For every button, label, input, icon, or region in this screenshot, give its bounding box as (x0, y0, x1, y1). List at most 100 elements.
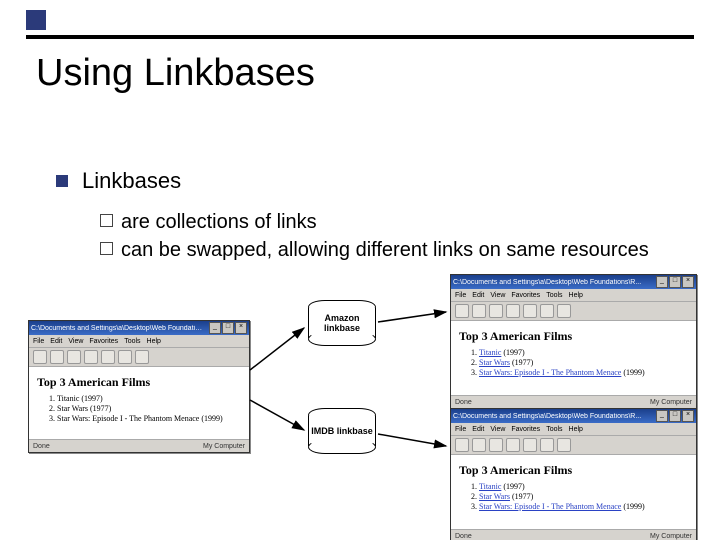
menu-item[interactable]: Favorites (511, 292, 540, 299)
toolbar (29, 348, 249, 367)
film-year: (1977) (512, 492, 533, 501)
menu-item[interactable]: Tools (546, 426, 562, 433)
list-item: Star Wars (1977) (479, 358, 688, 367)
search-icon[interactable] (118, 350, 132, 364)
film-year: (1997) (503, 482, 524, 491)
film-link[interactable]: Star Wars: Episode I - The Phantom Menac… (479, 502, 621, 511)
browser-content: Top 3 American Films Titanic (1997) Star… (29, 367, 249, 439)
menubar: File Edit View Favorites Tools Help (451, 289, 696, 302)
status-location: My Computer (203, 443, 245, 450)
menu-item[interactable]: Help (147, 338, 161, 345)
search-icon[interactable] (540, 304, 554, 318)
list-item: Star Wars: Episode I - The Phantom Menac… (479, 368, 688, 377)
status-text: Done (455, 399, 472, 406)
checkbox-bullet-icon (100, 214, 113, 227)
minimize-button[interactable]: _ (656, 410, 668, 422)
header-divider (26, 35, 694, 39)
film-link[interactable]: Star Wars: Episode I - The Phantom Menac… (479, 368, 621, 377)
menu-item[interactable]: Favorites (89, 338, 118, 345)
menu-item[interactable]: File (455, 426, 466, 433)
bullet-square-icon (56, 175, 68, 187)
stop-icon[interactable] (489, 438, 503, 452)
browser-window-bottom-right: C:\Documents and Settings\a\Desktop\Web … (450, 408, 697, 540)
minimize-button[interactable]: _ (656, 276, 668, 288)
menu-item[interactable]: Tools (124, 338, 140, 345)
list-item: Titanic (1997) (57, 394, 241, 403)
status-text: Done (33, 443, 50, 450)
arrow-amazon-to-right (378, 312, 446, 322)
menu-item[interactable]: Edit (472, 292, 484, 299)
menu-item[interactable]: Help (569, 292, 583, 299)
bullet-level1-text: Linkbases (82, 168, 181, 193)
menu-item[interactable]: Edit (472, 426, 484, 433)
menu-item[interactable]: View (490, 292, 505, 299)
toolbar (451, 436, 696, 455)
list-item: Star Wars: Episode I - The Phantom Menac… (57, 414, 241, 423)
window-buttons: _ □ × (656, 410, 694, 422)
refresh-icon[interactable] (506, 438, 520, 452)
statusbar: Done My Computer (451, 395, 696, 408)
menu-item[interactable]: Help (569, 426, 583, 433)
menu-item[interactable]: File (33, 338, 44, 345)
home-icon[interactable] (101, 350, 115, 364)
close-button[interactable]: × (682, 276, 694, 288)
close-button[interactable]: × (682, 410, 694, 422)
forward-icon[interactable] (472, 438, 486, 452)
refresh-icon[interactable] (84, 350, 98, 364)
browser-content: Top 3 American Films Titanic (1997) Star… (451, 455, 696, 529)
header-accent-square (26, 10, 46, 30)
forward-icon[interactable] (472, 304, 486, 318)
film-link[interactable]: Titanic (479, 482, 501, 491)
menu-item[interactable]: Favorites (511, 426, 540, 433)
favorites-icon[interactable] (135, 350, 149, 364)
status-location: My Computer (650, 399, 692, 406)
slide-title: Using Linkbases (36, 52, 315, 95)
browser-content: Top 3 American Films Titanic (1997) Star… (451, 321, 696, 395)
film-link[interactable]: Star Wars (479, 492, 510, 501)
film-list-linked: Titanic (1997) Star Wars (1977) Star War… (459, 482, 688, 511)
stop-icon[interactable] (67, 350, 81, 364)
menu-item[interactable]: Edit (50, 338, 62, 345)
favorites-icon[interactable] (557, 304, 571, 318)
film-link[interactable]: Titanic (479, 348, 501, 357)
favorites-icon[interactable] (557, 438, 571, 452)
statusbar: Done My Computer (451, 529, 696, 540)
menu-item[interactable]: View (68, 338, 83, 345)
film-year: (1999) (623, 502, 644, 511)
arrow-left-to-amazon (250, 328, 304, 370)
refresh-icon[interactable] (506, 304, 520, 318)
bullet-sub2-text: can be swapped, allowing different links… (121, 239, 649, 261)
maximize-button[interactable]: □ (669, 276, 681, 288)
close-button[interactable]: × (235, 322, 247, 334)
film-link[interactable]: Star Wars (479, 358, 510, 367)
browser-window-top-right: C:\Documents and Settings\a\Desktop\Web … (450, 274, 697, 409)
bullet-sub1-text: are collections of links (121, 211, 317, 233)
statusbar: Done My Computer (29, 439, 249, 452)
menu-item[interactable]: Tools (546, 292, 562, 299)
back-icon[interactable] (33, 350, 47, 364)
toolbar (451, 302, 696, 321)
arrow-imdb-to-right (378, 434, 446, 446)
menu-item[interactable]: File (455, 292, 466, 299)
film-year: (1997) (503, 348, 524, 357)
home-icon[interactable] (523, 438, 537, 452)
titlebar-text: C:\Documents and Settings\a\Desktop\Web … (453, 279, 641, 286)
arrow-left-to-imdb (250, 400, 304, 430)
home-icon[interactable] (523, 304, 537, 318)
cylinder-bottom-icon (308, 440, 376, 454)
page-heading: Top 3 American Films (459, 463, 688, 478)
browser-window-left: C:\Documents and Settings\a\Desktop\Web … (28, 320, 250, 453)
status-text: Done (455, 533, 472, 540)
minimize-button[interactable]: _ (209, 322, 221, 334)
menu-item[interactable]: View (490, 426, 505, 433)
titlebar-text: C:\Documents and Settings\a\Desktop\Web … (31, 325, 204, 332)
back-icon[interactable] (455, 304, 469, 318)
search-icon[interactable] (540, 438, 554, 452)
titlebar: C:\Documents and Settings\a\Desktop\Web … (451, 275, 696, 289)
forward-icon[interactable] (50, 350, 64, 364)
maximize-button[interactable]: □ (669, 410, 681, 422)
back-icon[interactable] (455, 438, 469, 452)
status-location: My Computer (650, 533, 692, 540)
stop-icon[interactable] (489, 304, 503, 318)
maximize-button[interactable]: □ (222, 322, 234, 334)
